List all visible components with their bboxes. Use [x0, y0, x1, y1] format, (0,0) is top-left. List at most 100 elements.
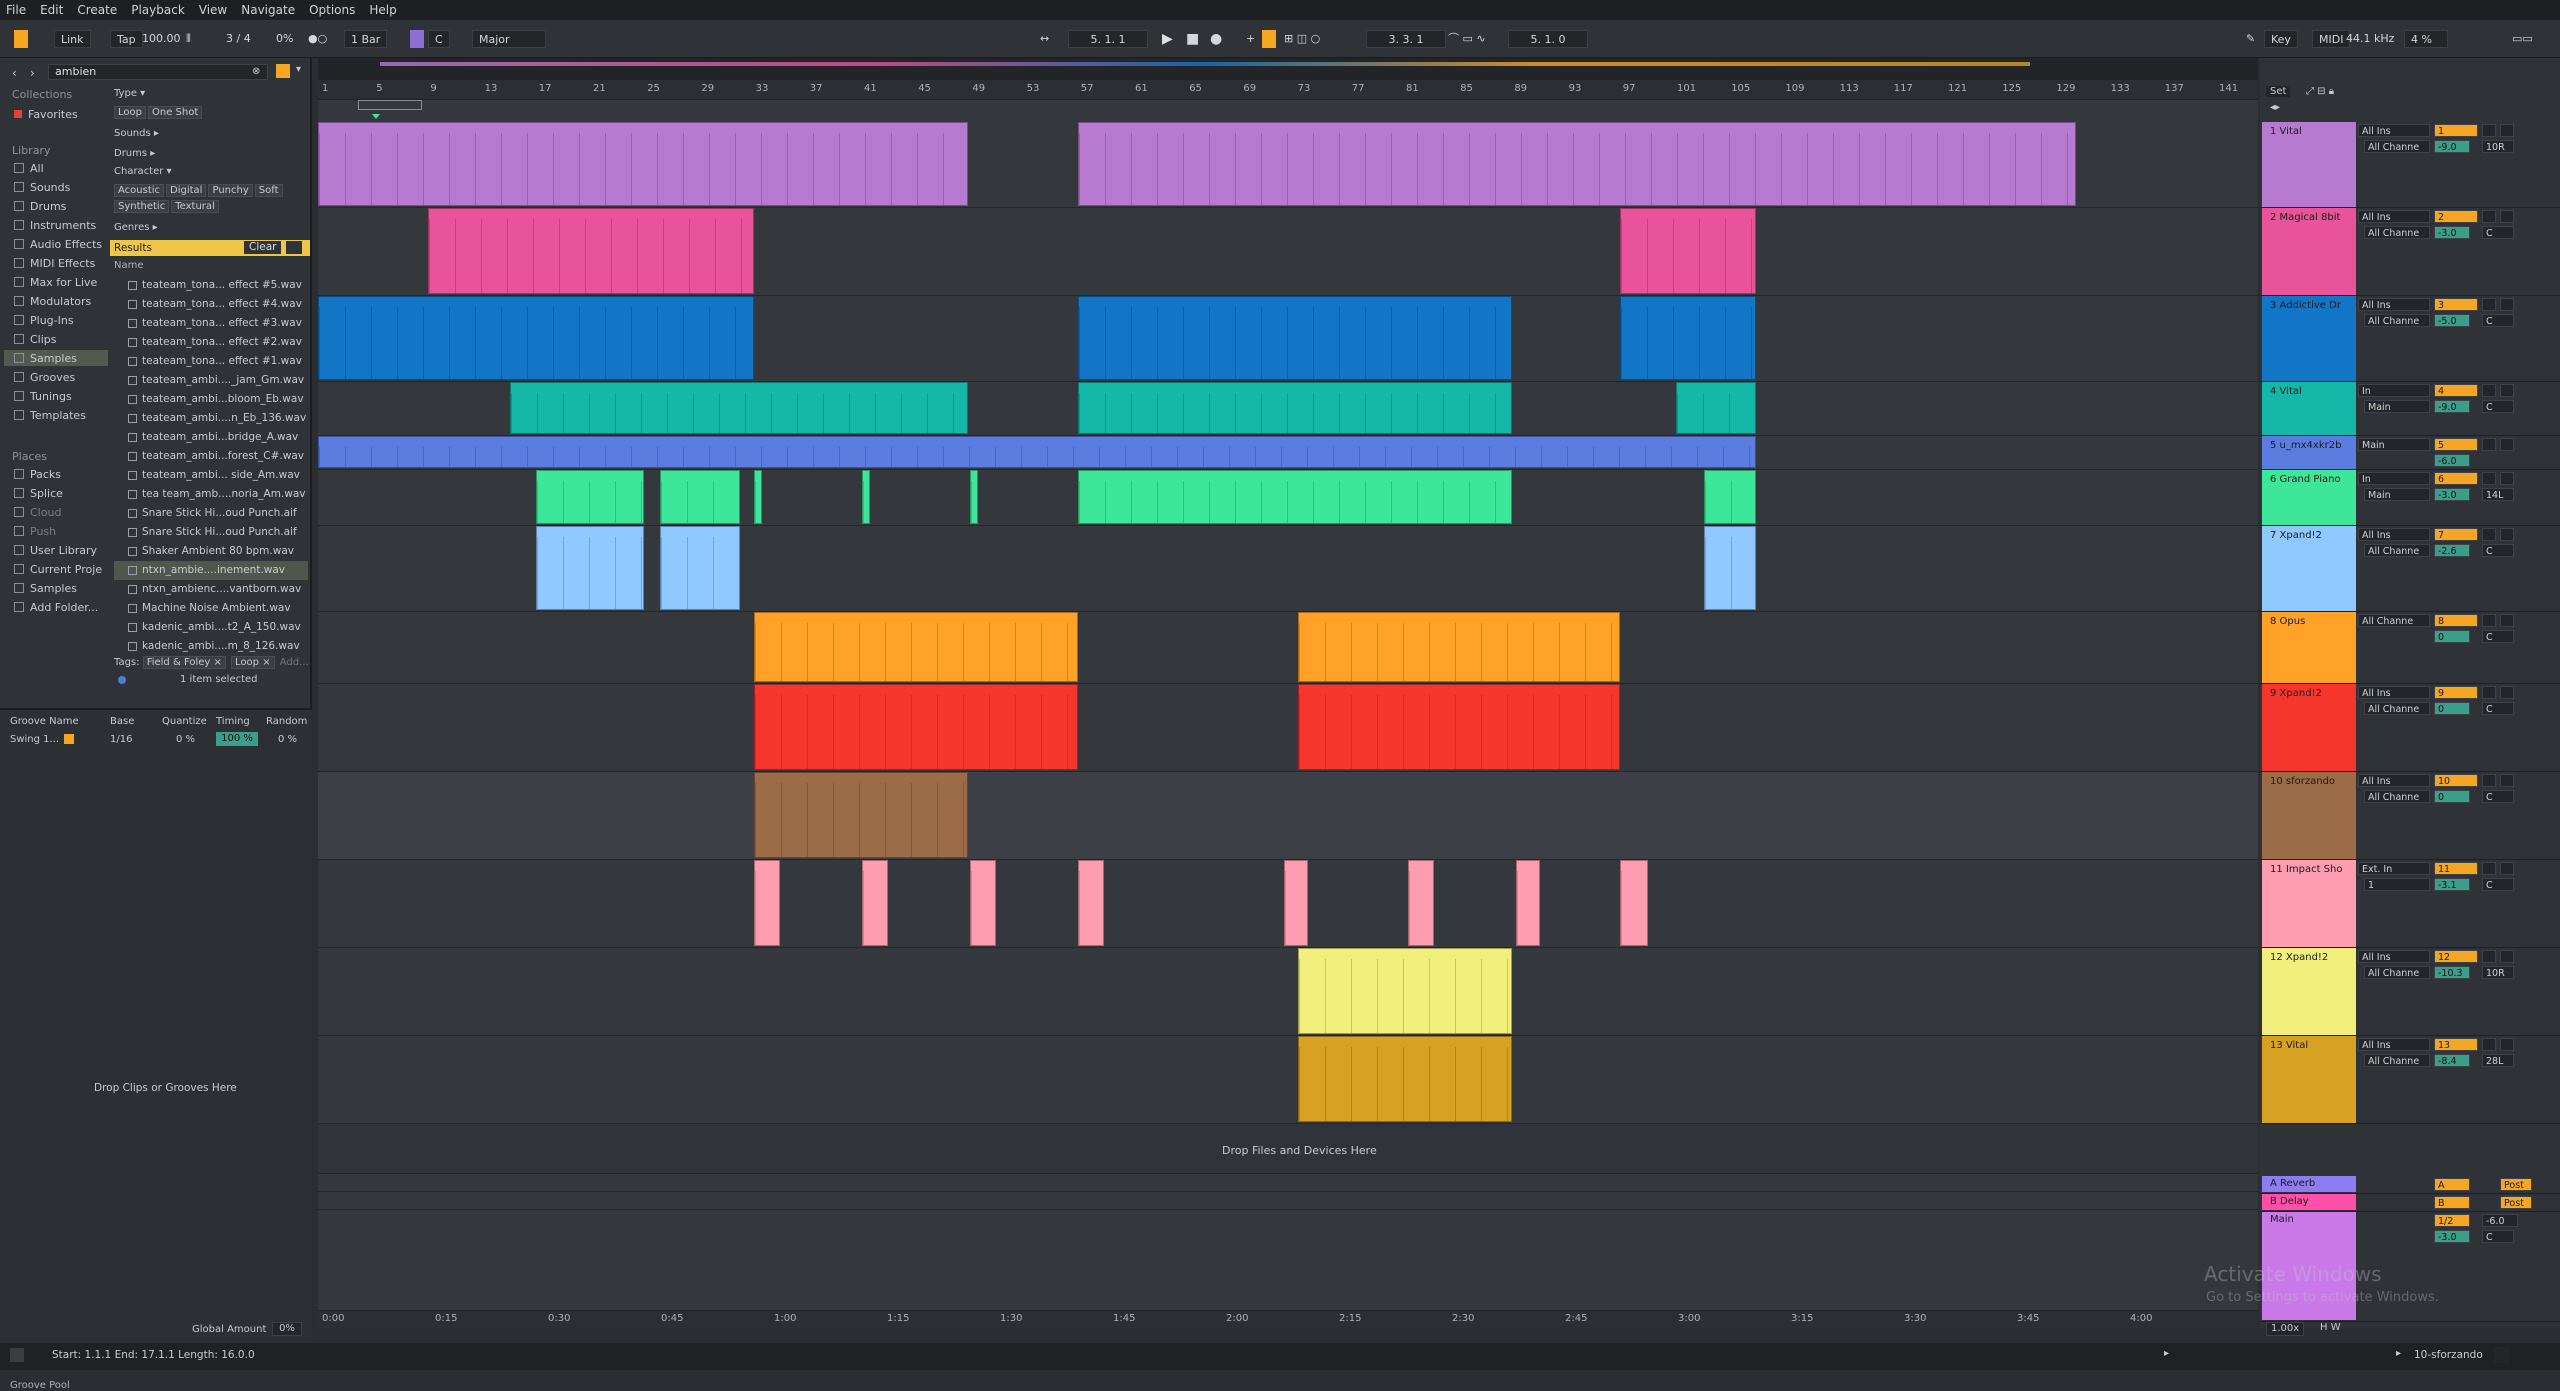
- solo-button[interactable]: [2482, 614, 2496, 627]
- clip[interactable]: [1516, 860, 1540, 946]
- track-lane[interactable]: [318, 772, 2258, 860]
- track-name[interactable]: 9 Xpand!2: [2270, 688, 2356, 699]
- tag-one-shot[interactable]: One Shot: [147, 106, 203, 119]
- track-header[interactable]: 7 Xpand!2 All Ins All Channe 7 -2.6 C: [2260, 526, 2560, 612]
- return-lane[interactable]: [318, 1192, 2258, 1210]
- sidebar-item-add-folder[interactable]: Add Folder...: [14, 599, 98, 615]
- track-activator-button[interactable]: 8: [2434, 614, 2478, 627]
- clip[interactable]: [1620, 296, 1756, 380]
- menu-create[interactable]: Create: [77, 3, 117, 17]
- track-pan-field[interactable]: C: [2482, 314, 2514, 327]
- track-pan-field[interactable]: C: [2482, 790, 2514, 803]
- file-row[interactable]: teateam_tona... effect #3.wav: [114, 314, 308, 333]
- clip[interactable]: [1704, 526, 1756, 610]
- zoom-field[interactable]: 1.00x: [2266, 1322, 2305, 1336]
- clip[interactable]: [1298, 948, 1512, 1034]
- track-header[interactable]: 6 Grand Piano In Main 6 -3.0 14L: [2260, 470, 2560, 526]
- track-name[interactable]: 7 Xpand!2: [2270, 530, 2356, 541]
- track-color-strip[interactable]: B Delay: [2262, 1194, 2356, 1210]
- track-input-select[interactable]: In: [2358, 472, 2430, 485]
- clip[interactable]: [970, 470, 978, 524]
- arm-button[interactable]: [2500, 686, 2514, 699]
- time-signature-field[interactable]: 3 / 4: [226, 30, 251, 48]
- metronome-bars-icon[interactable]: ⦀: [186, 30, 191, 48]
- return-activator-button[interactable]: 1/2: [2434, 1214, 2470, 1227]
- track-color-strip[interactable]: 13 Vital: [2262, 1036, 2356, 1123]
- clip[interactable]: [536, 526, 644, 610]
- sidebar-item-modulators[interactable]: Modulators: [14, 293, 91, 309]
- clip[interactable]: [1298, 684, 1620, 770]
- groove-quantize[interactable]: 0 %: [176, 734, 195, 745]
- link-button[interactable]: Link: [54, 30, 91, 48]
- solo-button[interactable]: [2482, 210, 2496, 223]
- track-lane[interactable]: [318, 948, 2258, 1036]
- chevron-down-icon[interactable]: ▾: [296, 64, 301, 75]
- tag-loop[interactable]: Loop: [114, 106, 146, 119]
- track-name[interactable]: 3 Addictive Dr: [2270, 300, 2356, 311]
- file-row[interactable]: tea team_amb....noria_Am.wav: [114, 485, 308, 504]
- draw-mode-icon[interactable]: ✎: [2246, 30, 2255, 48]
- sounds-filter[interactable]: Sounds ▸: [114, 128, 159, 139]
- track-pan-field[interactable]: C: [2482, 400, 2514, 413]
- expand-icon[interactable]: ⤢ ⊟ 🔒︎: [2306, 86, 2334, 97]
- loop-length-field[interactable]: 5. 1. 0: [1508, 30, 1588, 48]
- tag-synthetic[interactable]: Synthetic: [114, 200, 170, 213]
- drums-filter[interactable]: Drums ▸: [114, 148, 155, 159]
- sidebar-item-drums[interactable]: Drums: [14, 198, 66, 214]
- track-color-strip[interactable]: 8 Opus: [2262, 612, 2356, 683]
- track-name[interactable]: 1 Vital: [2270, 126, 2356, 137]
- automation-arm-icon[interactable]: +: [1246, 30, 1255, 48]
- track-header[interactable]: 8 Opus All Channe 8 0 C: [2260, 612, 2560, 684]
- quantize-select[interactable]: 1 Bar: [344, 30, 388, 48]
- track-volume-field[interactable]: 0: [2434, 790, 2470, 803]
- track-input-select[interactable]: All Ins: [2358, 1038, 2430, 1051]
- return-track-header[interactable]: A Reverb A Post: [2260, 1176, 2560, 1194]
- sidebar-item-instruments[interactable]: Instruments: [14, 217, 96, 233]
- file-row[interactable]: Snare Stick Hi...oud Punch.aif: [114, 523, 308, 542]
- track-lane[interactable]: [318, 470, 2258, 526]
- track-name[interactable]: 5 u_mx4xkr2b: [2270, 440, 2356, 451]
- arm-button[interactable]: [2500, 384, 2514, 397]
- track-input-select[interactable]: All Ins: [2358, 124, 2430, 137]
- clip[interactable]: [754, 684, 1078, 770]
- solo-button[interactable]: [2482, 774, 2496, 787]
- track-lane[interactable]: [318, 382, 2258, 436]
- sidebar-item-audio-effects[interactable]: Audio Effects: [14, 236, 102, 252]
- track-name[interactable]: 4 Vital: [2270, 386, 2356, 397]
- arm-button[interactable]: [2500, 124, 2514, 137]
- clip[interactable]: [428, 208, 754, 294]
- clip[interactable]: [754, 772, 968, 858]
- tag-digital[interactable]: Digital: [166, 184, 207, 197]
- track-input-select[interactable]: All Ins: [2358, 686, 2430, 699]
- track-header[interactable]: 1 Vital All Ins All Channe 1 -9.0 10R: [2260, 122, 2560, 208]
- track-color-strip[interactable]: 10 sforzando: [2262, 772, 2356, 859]
- track-channel-select[interactable]: Main: [2364, 488, 2430, 501]
- track-volume-field[interactable]: 0: [2434, 702, 2470, 715]
- clip[interactable]: [318, 296, 754, 380]
- file-row[interactable]: teateam_ambi...bloom_Eb.wav: [114, 390, 308, 409]
- clip[interactable]: [1078, 122, 2076, 206]
- clip[interactable]: [754, 860, 780, 946]
- track-color-strip[interactable]: 9 Xpand!2: [2262, 684, 2356, 771]
- clip[interactable]: [970, 860, 996, 946]
- genres-filter[interactable]: Genres ▸: [114, 222, 158, 233]
- sidebar-item-plug-ins[interactable]: Plug-Ins: [14, 312, 74, 328]
- track-color-strip[interactable]: 6 Grand Piano: [2262, 470, 2356, 525]
- arm-button[interactable]: [2500, 298, 2514, 311]
- solo-button[interactable]: [2482, 472, 2496, 485]
- track-color-strip[interactable]: 3 Addictive Dr: [2262, 296, 2356, 381]
- sidebar-item-current-project[interactable]: Current Proje: [14, 561, 102, 577]
- arrangement-view[interactable]: 1 5 9 13 17 21 25 29 33 37 41 45 49 53 57 61 65 69 73 77 81 8…: [318, 58, 2258, 1328]
- track-channel-select[interactable]: All Channe: [2364, 702, 2430, 715]
- solo-button[interactable]: [2482, 862, 2496, 875]
- track-color-strip[interactable]: 12 Xpand!2: [2262, 948, 2356, 1035]
- track-name[interactable]: 11 Impact Sho: [2270, 864, 2356, 875]
- tag-field-foley[interactable]: Field & Foley ×: [142, 656, 226, 669]
- track-activator-button[interactable]: 2: [2434, 210, 2478, 223]
- menu-options[interactable]: Options: [309, 3, 355, 17]
- back-icon[interactable]: ‹: [12, 66, 17, 80]
- track-pan-field[interactable]: 14L: [2482, 488, 2514, 501]
- tempo-field[interactable]: 100.00: [142, 30, 181, 48]
- file-row[interactable]: teateam_ambi...forest_C#.wav: [114, 447, 308, 466]
- arm-button[interactable]: [2500, 472, 2514, 485]
